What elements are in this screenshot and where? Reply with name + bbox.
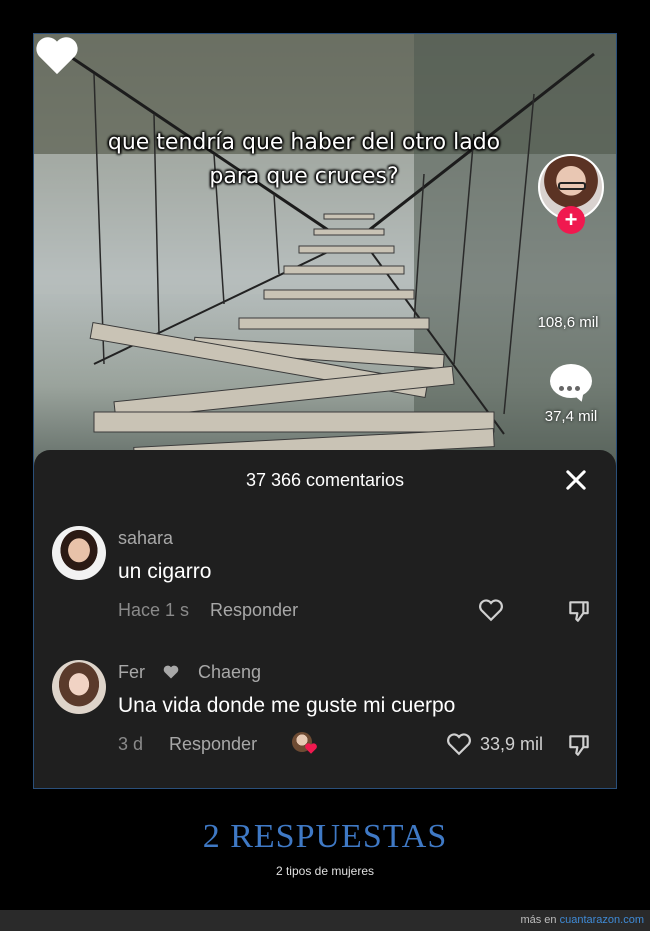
liked-by-creator-heart-icon <box>163 665 179 679</box>
dislike-icon[interactable] <box>566 732 592 758</box>
liked-by-name[interactable]: Chaeng <box>198 662 261 683</box>
comment-text: un cigarro <box>118 560 212 583</box>
reply-button[interactable]: Responder <box>169 734 257 755</box>
credit-prefix: más en <box>520 914 557 926</box>
comment-time: Hace 1 s <box>118 600 190 620</box>
comments-sheet: 37 366 comentarios sahara un cigarro Hac… <box>34 450 616 788</box>
credit-text: más en cuantarazon.com <box>520 914 644 926</box>
dislike-icon[interactable] <box>566 598 592 624</box>
like-count: 108,6 mil <box>537 314 599 331</box>
comment-item: Fer Chaeng Una vida donde me guste mi cu… <box>34 660 616 780</box>
comments-header: 37 366 comentarios <box>34 450 616 510</box>
video-caption: que tendría que haber del otro lado para… <box>107 130 501 189</box>
comment-bubble-icon[interactable] <box>550 364 592 404</box>
comment-like-count: 33,9 mil <box>480 734 544 754</box>
meme-title: 2 RESPUESTAS <box>202 818 448 855</box>
close-icon[interactable] <box>562 466 590 494</box>
follow-plus-icon[interactable]: + <box>557 206 585 234</box>
heart-icon[interactable] <box>446 732 472 756</box>
reply-button[interactable]: Responder <box>210 600 298 621</box>
avatar[interactable] <box>52 660 106 714</box>
meme-subtitle: 2 tipos de mujeres <box>275 864 375 878</box>
site-link[interactable]: cuantarazon.com <box>560 914 644 926</box>
screenshot-frame: que tendría que haber del otro lado para… <box>33 33 617 789</box>
heart-icon[interactable] <box>478 598 504 622</box>
comments-count-title: 37 366 comentarios <box>245 470 405 490</box>
creator-liked-avatar-icon <box>292 732 318 756</box>
video-player[interactable]: que tendría que haber del otro lado para… <box>34 34 616 474</box>
comment-time: 3 d <box>118 734 144 754</box>
bridge-scene <box>34 34 616 474</box>
comment-username[interactable]: sahara <box>118 528 173 549</box>
comment-username[interactable]: Fer <box>118 662 145 683</box>
credit-bar: más en cuantarazon.com <box>0 910 650 931</box>
comment-item: sahara un cigarro Hace 1 s Responder <box>34 526 616 646</box>
heart-icon[interactable] <box>34 34 80 76</box>
comment-text: Una vida donde me guste mi cuerpo <box>118 694 456 717</box>
avatar[interactable] <box>52 526 106 580</box>
comment-count: 37,4 mil <box>544 408 598 425</box>
